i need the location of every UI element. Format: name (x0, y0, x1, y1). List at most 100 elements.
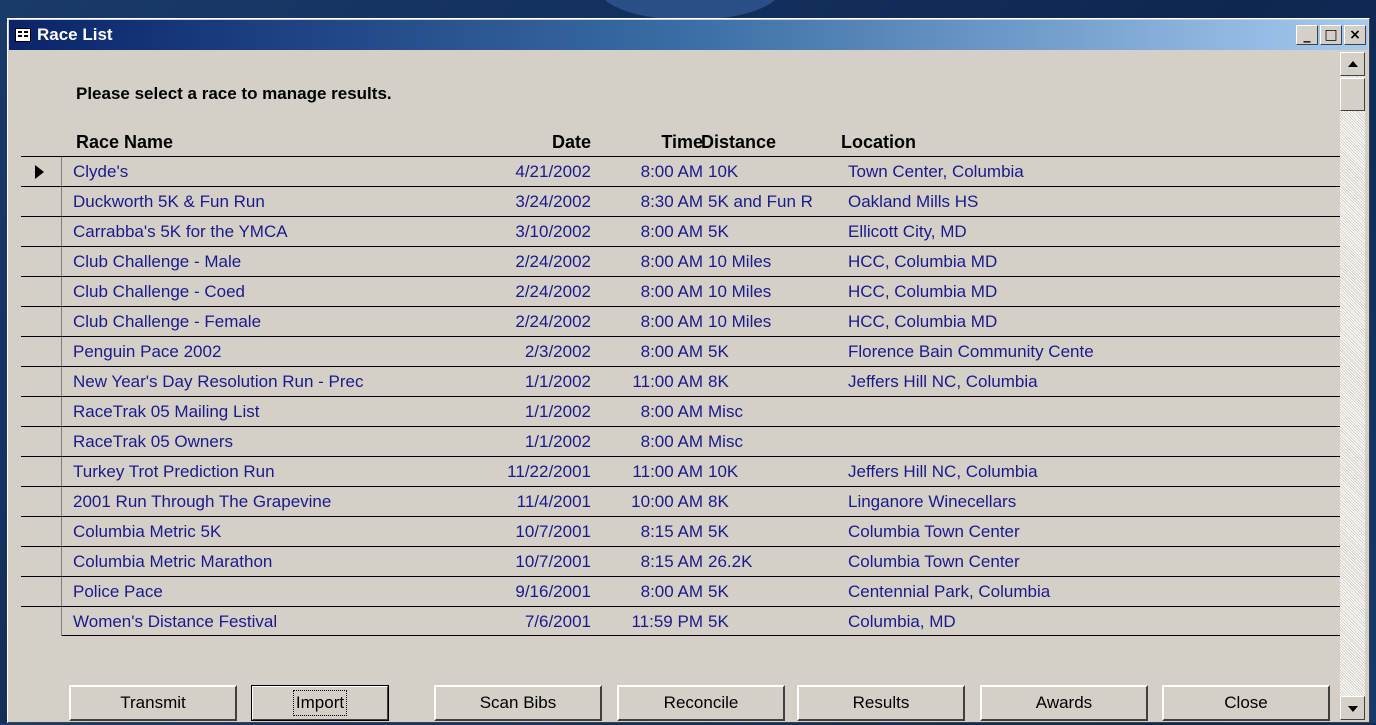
table-row[interactable]: Duckworth 5K & Fun Run 3/24/2002 8:30 AM 5K… (21, 186, 1343, 216)
distance-cell[interactable]: 5K (708, 607, 838, 636)
record-selector[interactable] (21, 457, 62, 486)
race-name-cell[interactable]: Carrabba's 5K for the YMCA (73, 217, 428, 246)
record-selector[interactable] (21, 577, 62, 606)
date-cell[interactable]: 3/10/2002 (431, 217, 591, 246)
record-selector[interactable] (21, 607, 62, 636)
record-selector[interactable] (21, 517, 62, 546)
race-name-cell[interactable]: Women's Distance Festival (73, 607, 428, 636)
location-cell[interactable] (848, 397, 1138, 426)
location-cell[interactable]: Florence Bain Community Cente (848, 337, 1138, 366)
time-cell[interactable]: 10:00 AM (591, 487, 703, 516)
distance-cell[interactable]: 5K (708, 577, 838, 606)
awards-button[interactable]: Awards (980, 685, 1148, 721)
import-button[interactable]: Import (251, 685, 389, 721)
date-cell[interactable]: 1/1/2002 (431, 367, 591, 396)
date-cell[interactable]: 10/7/2001 (431, 517, 591, 546)
minimize-button[interactable]: _ (1296, 25, 1318, 45)
date-cell[interactable]: 1/1/2002 (431, 427, 591, 456)
race-name-cell[interactable]: RaceTrak 05 Mailing List (73, 397, 428, 426)
distance-cell[interactable]: 10 Miles (708, 277, 838, 306)
race-name-cell[interactable]: Turkey Trot Prediction Run (73, 457, 428, 486)
distance-cell[interactable]: Misc (708, 397, 838, 426)
location-cell[interactable]: Jeffers Hill NC, Columbia (848, 457, 1138, 486)
distance-cell[interactable]: 5K (708, 217, 838, 246)
close-button[interactable]: Close (1162, 685, 1330, 721)
time-cell[interactable]: 8:15 AM (591, 547, 703, 576)
table-row[interactable]: RaceTrak 05 Owners 1/1/2002 8:00 AM Misc (21, 426, 1343, 456)
scan-bibs-button[interactable]: Scan Bibs (434, 685, 602, 721)
location-cell[interactable]: Town Center, Columbia (848, 157, 1138, 186)
date-cell[interactable]: 9/16/2001 (431, 577, 591, 606)
record-selector[interactable] (21, 187, 62, 216)
table-row[interactable]: Club Challenge - Female 2/24/2002 8:00 AM 1… (21, 306, 1343, 336)
table-row[interactable]: Columbia Metric Marathon 10/7/2001 8:15 AM… (21, 546, 1343, 576)
distance-cell[interactable]: 5K (708, 337, 838, 366)
record-selector[interactable] (21, 547, 62, 576)
time-cell[interactable]: 8:00 AM (591, 427, 703, 456)
reconcile-button[interactable]: Reconcile (617, 685, 785, 721)
date-cell[interactable]: 3/24/2002 (431, 187, 591, 216)
distance-cell[interactable]: 5K and Fun R (708, 187, 838, 216)
scrollbar-thumb[interactable] (1340, 78, 1365, 111)
table-row[interactable]: New Year's Day Resolution Run - Prec 1/1/… (21, 366, 1343, 396)
table-row[interactable]: Women's Distance Festival 7/6/2001 11:59 P… (21, 606, 1343, 636)
distance-cell[interactable]: 10K (708, 457, 838, 486)
distance-cell[interactable]: 10K (708, 157, 838, 186)
distance-cell[interactable]: 26.2K (708, 547, 838, 576)
table-row[interactable]: Carrabba's 5K for the YMCA 3/10/2002 8:00 … (21, 216, 1343, 246)
time-cell[interactable]: 11:00 AM (591, 457, 703, 486)
time-cell[interactable]: 11:00 AM (591, 367, 703, 396)
time-cell[interactable]: 8:00 AM (591, 277, 703, 306)
location-cell[interactable]: Linganore Winecellars (848, 487, 1138, 516)
race-name-cell[interactable]: Duckworth 5K & Fun Run (73, 187, 428, 216)
distance-cell[interactable]: 5K (708, 517, 838, 546)
record-selector[interactable] (21, 307, 62, 336)
time-cell[interactable]: 8:15 AM (591, 517, 703, 546)
distance-cell[interactable]: 8K (708, 487, 838, 516)
scroll-up-button[interactable] (1340, 52, 1365, 76)
record-selector[interactable] (21, 487, 62, 516)
race-name-cell[interactable]: Clyde's (73, 157, 428, 186)
date-cell[interactable]: 4/21/2002 (431, 157, 591, 186)
date-cell[interactable]: 11/4/2001 (431, 487, 591, 516)
table-row[interactable]: 2001 Run Through The Grapevine 11/4/2001 1… (21, 486, 1343, 516)
race-name-cell[interactable]: Club Challenge - Female (73, 307, 428, 336)
time-cell[interactable]: 11:59 PM (591, 607, 703, 636)
date-cell[interactable]: 10/7/2001 (431, 547, 591, 576)
race-name-cell[interactable]: Columbia Metric 5K (73, 517, 428, 546)
date-cell[interactable]: 2/24/2002 (431, 307, 591, 336)
location-cell[interactable]: Columbia Town Center (848, 517, 1138, 546)
location-cell[interactable]: Columbia, MD (848, 607, 1138, 636)
race-name-cell[interactable]: 2001 Run Through The Grapevine (73, 487, 428, 516)
table-row[interactable]: RaceTrak 05 Mailing List 1/1/2002 8:00 AM M… (21, 396, 1343, 426)
distance-cell[interactable]: Misc (708, 427, 838, 456)
maximize-button[interactable]: □ (1320, 25, 1342, 45)
table-row[interactable]: Penguin Pace 2002 2/3/2002 8:00 AM 5K Floren… (21, 336, 1343, 366)
time-cell[interactable]: 8:00 AM (591, 247, 703, 276)
location-cell[interactable]: Centennial Park, Columbia (848, 577, 1138, 606)
distance-cell[interactable]: 10 Miles (708, 307, 838, 336)
transmit-button[interactable]: Transmit (69, 685, 237, 721)
date-cell[interactable]: 1/1/2002 (431, 397, 591, 426)
date-cell[interactable]: 2/24/2002 (431, 247, 591, 276)
distance-cell[interactable]: 10 Miles (708, 247, 838, 276)
record-selector[interactable] (21, 277, 62, 306)
record-selector[interactable] (21, 157, 62, 186)
location-cell[interactable]: HCC, Columbia MD (848, 307, 1138, 336)
table-row[interactable]: Turkey Trot Prediction Run 11/22/2001 11:0… (21, 456, 1343, 486)
location-cell[interactable]: Columbia Town Center (848, 547, 1138, 576)
race-name-cell[interactable]: New Year's Day Resolution Run - Prec (73, 367, 428, 396)
record-selector[interactable] (21, 337, 62, 366)
location-cell[interactable]: Ellicott City, MD (848, 217, 1138, 246)
race-name-cell[interactable]: Penguin Pace 2002 (73, 337, 428, 366)
time-cell[interactable]: 8:00 AM (591, 307, 703, 336)
location-cell[interactable]: HCC, Columbia MD (848, 277, 1138, 306)
race-name-cell[interactable]: Club Challenge - Male (73, 247, 428, 276)
record-selector[interactable] (21, 247, 62, 276)
location-cell[interactable]: Oakland Mills HS (848, 187, 1138, 216)
scroll-down-button[interactable] (1340, 696, 1365, 720)
results-button[interactable]: Results (797, 685, 965, 721)
date-cell[interactable]: 7/6/2001 (431, 607, 591, 636)
title-bar[interactable]: Race List _ □ × (9, 20, 1368, 50)
record-selector[interactable] (21, 367, 62, 396)
